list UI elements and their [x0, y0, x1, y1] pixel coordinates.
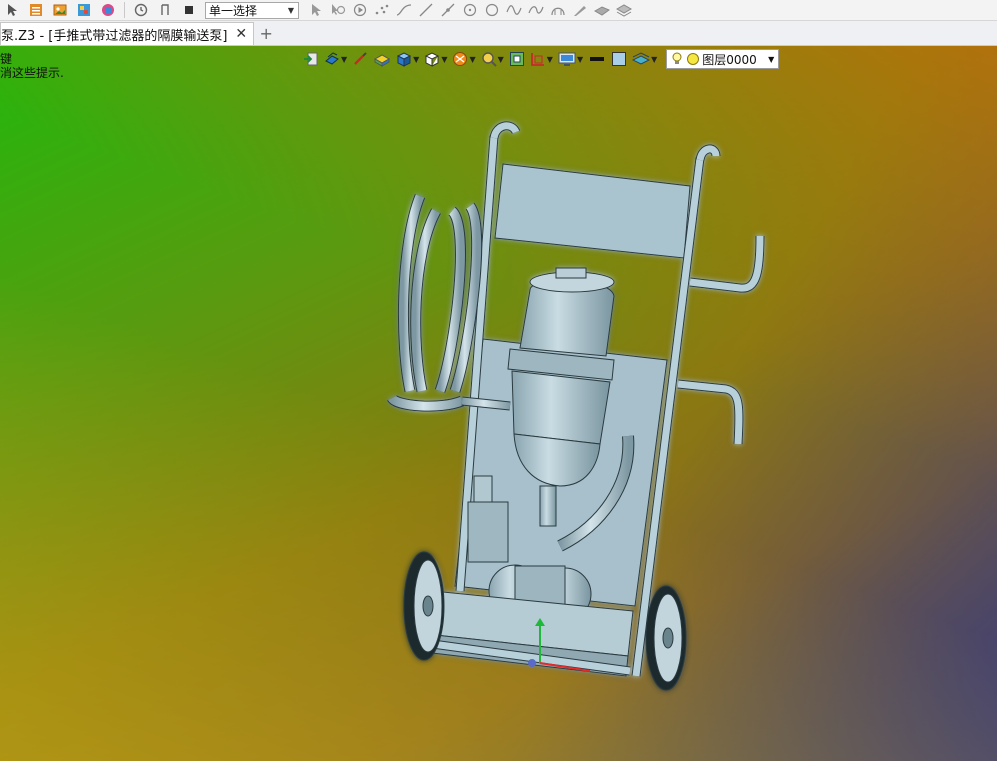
line-icon[interactable] — [418, 2, 434, 18]
line-weight-icon[interactable] — [588, 51, 606, 67]
circle-target-icon[interactable] — [462, 2, 478, 18]
render-mode-icon[interactable]: ▼ — [324, 51, 347, 67]
clock-icon[interactable] — [133, 2, 149, 18]
prompt-line-1: 键 — [0, 52, 13, 66]
view-toolbar: ▼ ▼ ▼ ▼ ▼ ▼ ▼ ▼ 图层0000 ▼ — [303, 49, 780, 69]
shaded-cube-icon[interactable]: ▼ — [396, 51, 419, 67]
toolbar-separator — [124, 2, 125, 18]
light-bulb-icon[interactable] — [671, 52, 683, 66]
command-prompt: 键 消这些提示. — [0, 52, 64, 80]
zoom-icon[interactable]: ▼ — [481, 51, 504, 67]
fill-color-icon[interactable] — [611, 51, 627, 67]
segment-icon[interactable] — [440, 2, 456, 18]
layer-dropdown[interactable]: 图层0000 ▼ — [666, 49, 780, 69]
play-icon[interactable] — [352, 2, 368, 18]
filter-icon[interactable]: ▼ — [452, 51, 476, 67]
layers-flat-icon[interactable] — [616, 2, 632, 18]
circle-icon[interactable] — [484, 2, 500, 18]
pump-cart-model[interactable] — [0, 46, 997, 761]
layer-stack-icon[interactable]: ▼ — [632, 51, 657, 67]
tab-document[interactable]: 泵.Z3 - [手推式带过滤器的隔膜输送泵] ✕ — [0, 22, 255, 45]
layer-name: 图层0000 — [702, 52, 757, 67]
pen-icon[interactable] — [572, 2, 588, 18]
selection-mode-dropdown[interactable]: 单一选择 ▼ — [205, 1, 299, 19]
color-cube-icon[interactable] — [373, 51, 391, 67]
tab-title: 泵.Z3 - [手推式带过滤器的隔膜输送泵] — [1, 28, 228, 44]
layer-color-icon[interactable] — [686, 52, 700, 66]
prompt-line-2: 消这些提示. — [0, 66, 64, 80]
layers-icon[interactable] — [100, 2, 116, 18]
curve-icon[interactable] — [528, 2, 544, 18]
new-tab-button[interactable]: + — [254, 22, 278, 45]
list-icon[interactable] — [28, 2, 44, 18]
palette-icon[interactable] — [76, 2, 92, 18]
wire-cube-icon[interactable]: ▼ — [424, 51, 447, 67]
stop-icon[interactable] — [181, 2, 197, 18]
3d-viewport[interactable]: 键 消这些提示. ▼ ▼ ▼ ▼ ▼ ▼ ▼ ▼ 图层0000 ▼ — [0, 46, 997, 761]
brush-icon[interactable] — [352, 51, 368, 67]
point-icon[interactable] — [374, 2, 390, 18]
select-arrow-icon[interactable] — [308, 2, 324, 18]
lasso-icon[interactable] — [330, 2, 346, 18]
document-tab-bar: 泵.Z3 - [手推式带过滤器的隔膜输送泵] ✕ + — [0, 21, 997, 46]
image-icon[interactable] — [52, 2, 68, 18]
chevron-down-icon: ▼ — [768, 54, 775, 64]
surface-icon[interactable] — [594, 2, 610, 18]
arrow-icon[interactable] — [4, 2, 20, 18]
spline-icon[interactable] — [396, 2, 412, 18]
selection-mode-value: 单一选择 — [209, 3, 258, 18]
top-toolbar: 单一选择 ▼ — [0, 0, 997, 21]
exit-icon[interactable] — [303, 51, 319, 67]
chevron-down-icon: ▼ — [287, 5, 294, 15]
close-icon[interactable]: ✕ — [235, 26, 247, 42]
wave-icon[interactable] — [506, 2, 522, 18]
section-icon[interactable]: ▼ — [530, 51, 553, 67]
fit-view-icon[interactable] — [509, 51, 525, 67]
arc-icon[interactable] — [550, 2, 566, 18]
display-icon[interactable]: ▼ — [558, 51, 583, 67]
rewind-icon[interactable] — [157, 2, 173, 18]
